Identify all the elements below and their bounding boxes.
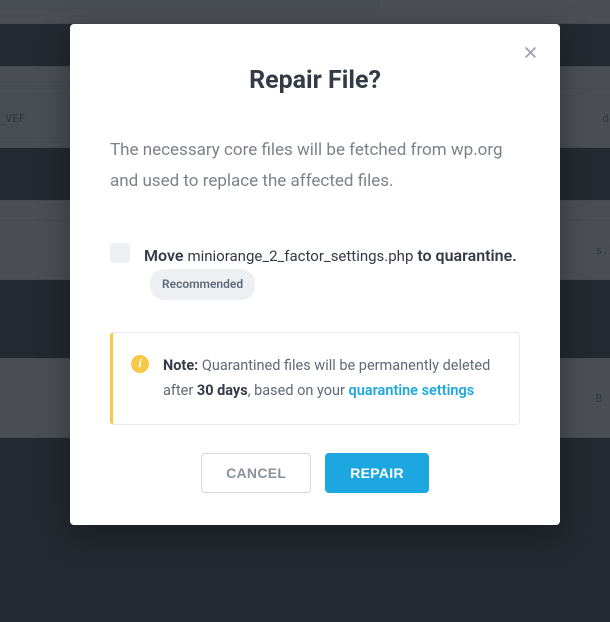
notice-after: , based on your xyxy=(248,382,349,399)
quarantine-option: Move miniorange_2_factor_settings.php to… xyxy=(110,242,520,300)
viewport: D_HOST_ define O2F_VEF define /public s.… xyxy=(0,0,610,622)
modal-title: Repair File? xyxy=(110,66,520,95)
quarantine-filename: miniorange_2_factor_settings.php xyxy=(187,247,413,265)
notice-text: Note: Quarantined files will be permanen… xyxy=(163,353,497,404)
modal-description: The necessary core files will be fetched… xyxy=(110,135,520,198)
modal-actions: CANCEL REPAIR xyxy=(110,453,520,493)
cancel-button[interactable]: CANCEL xyxy=(201,453,311,493)
close-button[interactable] xyxy=(518,40,542,64)
repair-file-modal: Repair File? The necessary core files wi… xyxy=(70,24,560,525)
quarantine-label: Move miniorange_2_factor_settings.php to… xyxy=(144,242,520,300)
notice-label: Note: xyxy=(163,357,198,374)
quarantine-notice: i Note: Quarantined files will be perman… xyxy=(110,332,520,425)
info-icon: i xyxy=(131,355,149,373)
notice-days: 30 days xyxy=(197,382,248,399)
quarantine-checkbox[interactable] xyxy=(110,243,130,263)
quarantine-prefix: Move xyxy=(144,246,187,265)
quarantine-settings-link[interactable]: quarantine settings xyxy=(349,382,475,399)
repair-button[interactable]: REPAIR xyxy=(325,453,429,493)
quarantine-suffix: to quarantine. xyxy=(413,246,516,265)
recommended-badge: Recommended xyxy=(150,269,255,299)
close-icon xyxy=(523,45,538,60)
